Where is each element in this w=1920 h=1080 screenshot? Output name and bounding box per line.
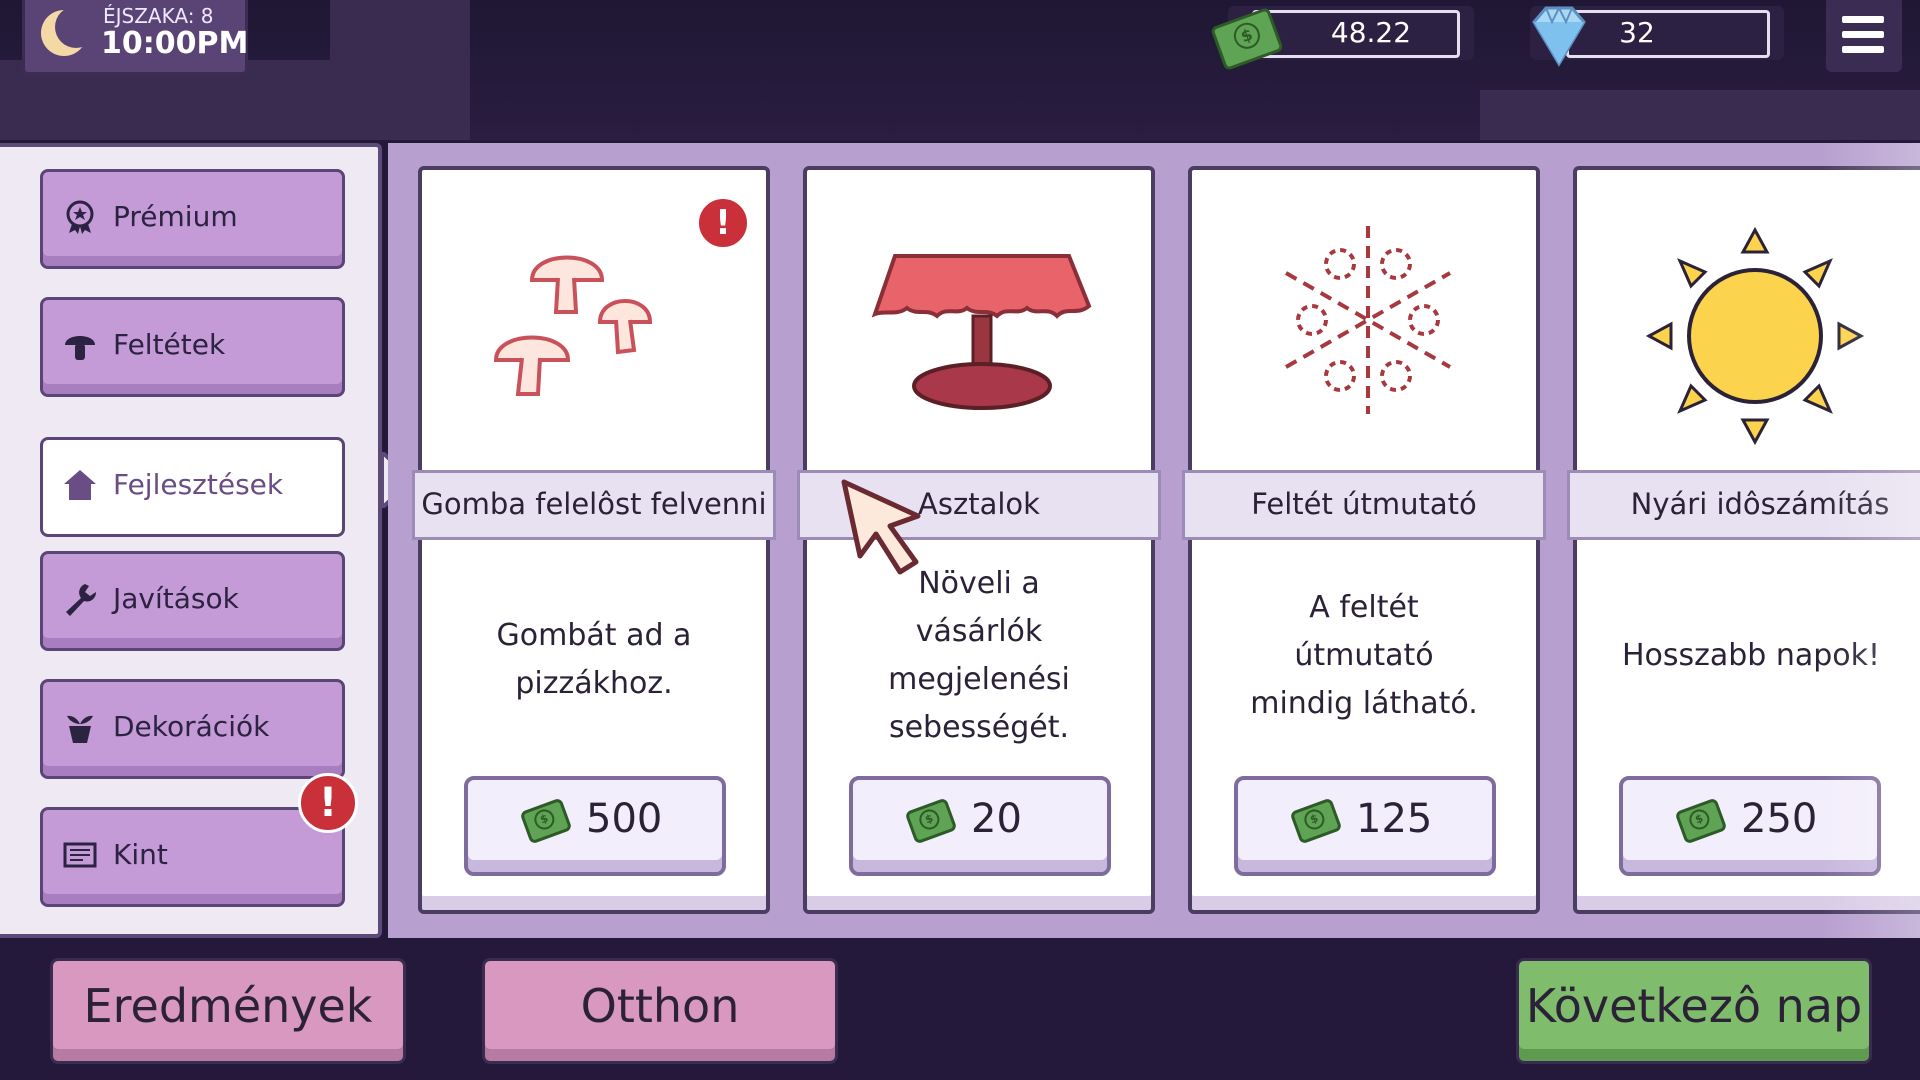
card-description: Hosszabb napok!	[1621, 638, 1881, 673]
card-description: Gombát ad a pizzákhoz.	[496, 618, 692, 701]
buy-button[interactable]: 20	[849, 776, 1111, 876]
diamond-icon	[1532, 5, 1586, 67]
results-button[interactable]: Eredmények	[50, 958, 406, 1064]
outside-alert-badge: !	[298, 773, 358, 833]
sidebar-item-upgrades[interactable]: Fejlesztések	[40, 437, 345, 537]
sun-icon	[1645, 226, 1865, 446]
roof-right	[1480, 90, 1920, 140]
category-sidebar: Prémium Feltétek Fejlesztések Javítások …	[0, 143, 382, 938]
sidebar-item-label: Feltétek	[113, 328, 226, 361]
house-icon	[64, 470, 96, 500]
card-title: Nyári idôszámítás	[1630, 487, 1890, 521]
plant-pot-icon	[67, 715, 93, 743]
card-title: Feltét útmutató	[1251, 487, 1477, 521]
sidebar-item-premium[interactable]: Prémium	[40, 169, 345, 269]
sidebar-item-label: Kint	[113, 838, 168, 871]
upgrade-card-daylight-saving[interactable]: Nyári idôszámítás Hosszabb napok! 250	[1567, 166, 1920, 914]
price-amount: 250	[1741, 796, 1818, 842]
roof-left-top	[330, 0, 470, 70]
money-bill-icon	[1289, 797, 1343, 845]
money-bill-icon	[1674, 797, 1728, 845]
topping-guide-icon	[1285, 226, 1451, 414]
home-button[interactable]: Otthon	[482, 958, 838, 1064]
price-amount: 125	[1356, 796, 1433, 842]
clock-time: 10:00PM	[101, 26, 249, 61]
mushroom-icon	[65, 336, 95, 360]
premium-badge-icon	[66, 200, 94, 234]
buy-button[interactable]: 250	[1619, 776, 1881, 876]
sidebar-item-label: Javítások	[113, 582, 239, 615]
money-bill-icon	[519, 797, 573, 845]
upgrade-card-topping-guide[interactable]: Feltét útmutató A feltét útmutató mindig…	[1182, 166, 1546, 914]
night-clock: ÉJSZAKA: 8 10:00PM	[22, 0, 248, 75]
buy-button[interactable]: 500	[464, 776, 726, 876]
night-label: ÉJSZAKA: 8	[103, 4, 214, 28]
next-day-button[interactable]: Következô nap	[1516, 958, 1872, 1064]
price-amount: 20	[971, 796, 1022, 842]
sidebar-item-decorations[interactable]: Dekorációk	[40, 679, 345, 779]
sidebar-item-label: Prémium	[113, 200, 238, 233]
card-title-bar: Nyári idôszámítás	[1567, 470, 1920, 540]
buy-button[interactable]: 125	[1234, 776, 1496, 876]
sidebar-item-label: Fejlesztések	[113, 468, 284, 501]
card-title: Gomba felelôst felvenni	[421, 487, 767, 521]
sidebar-item-outside[interactable]: Kint	[40, 807, 345, 907]
card-description: Növeli a vásárlók megjelenési sebességét…	[888, 566, 1070, 745]
wrench-icon	[66, 584, 97, 616]
moon-icon	[41, 6, 97, 56]
hamburger-menu-button[interactable]	[1826, 0, 1902, 72]
sidebar-item-repairs[interactable]: Javítások	[40, 551, 345, 651]
sidebar-item-label: Dekorációk	[113, 710, 270, 743]
pointer-cursor-icon	[841, 479, 921, 575]
card-description: A feltét útmutató mindig látható.	[1250, 590, 1478, 721]
money-value: 48.22	[1330, 16, 1412, 49]
table-icon	[871, 254, 1092, 410]
money-bill-icon	[904, 797, 958, 845]
outdoor-sign-icon	[63, 842, 97, 868]
upgrade-card-mushroom[interactable]: ! Gomba felelôst felvenni Gombát ad a pi…	[412, 166, 776, 914]
price-amount: 500	[586, 796, 663, 842]
top-bar: ÉJSZAKA: 8 10:00PM 48.22 32	[0, 0, 1920, 140]
mushrooms-icon	[493, 255, 653, 396]
card-title-bar: Feltét útmutató	[1182, 470, 1546, 540]
sidebar-item-toppings[interactable]: Feltétek	[40, 297, 345, 397]
new-upgrade-alert-badge: !	[696, 196, 750, 250]
card-title-bar: Gomba felelôst felvenni	[412, 470, 776, 540]
